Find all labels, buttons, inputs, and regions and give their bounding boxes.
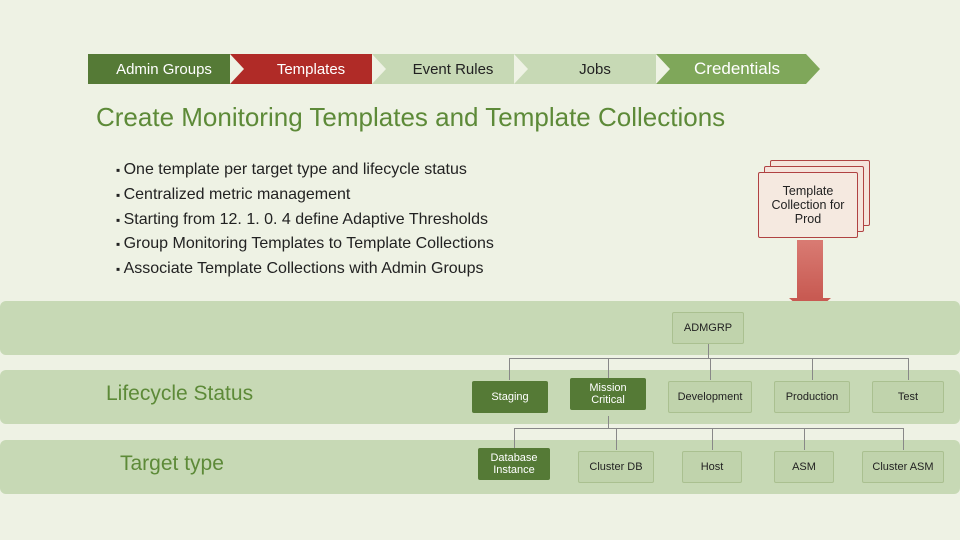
nav-credentials[interactable]: Credentials bbox=[656, 54, 806, 84]
bullet-list: One template per target type and lifecyc… bbox=[116, 158, 494, 282]
node-db-instance: Database Instance bbox=[478, 448, 550, 480]
node-development: Development bbox=[668, 381, 752, 413]
tree-connector bbox=[908, 358, 909, 380]
bullet-item: Centralized metric management bbox=[116, 183, 494, 208]
bullet-item: One template per target type and lifecyc… bbox=[116, 158, 494, 183]
tree-connector bbox=[608, 416, 609, 428]
stack-card-front: Template Collection for Prod bbox=[758, 172, 858, 238]
down-arrow-icon bbox=[797, 240, 823, 298]
tree-connector bbox=[509, 358, 909, 359]
node-mission-critical: Mission Critical bbox=[570, 378, 646, 410]
tree-connector bbox=[514, 428, 515, 448]
tree-connector bbox=[812, 358, 813, 380]
bullet-item: Starting from 12. 1. 0. 4 define Adaptiv… bbox=[116, 208, 494, 233]
tree-connector bbox=[514, 428, 904, 429]
tree-connector bbox=[608, 358, 609, 378]
node-production: Production bbox=[774, 381, 850, 413]
node-cluster-asm: Cluster ASM bbox=[862, 451, 944, 483]
nav-admin-groups[interactable]: Admin Groups bbox=[88, 54, 238, 84]
bullet-item: Associate Template Collections with Admi… bbox=[116, 257, 494, 282]
page-title: Create Monitoring Templates and Template… bbox=[96, 102, 725, 133]
target-label: Target type bbox=[120, 452, 224, 476]
tree-connector bbox=[903, 428, 904, 450]
lifecycle-label: Lifecycle Status bbox=[106, 382, 253, 406]
row-band-root bbox=[0, 301, 960, 355]
node-staging: Staging bbox=[472, 381, 548, 413]
bullet-item: Group Monitoring Templates to Template C… bbox=[116, 232, 494, 257]
tree-connector bbox=[804, 428, 805, 450]
tree-root: ADMGRP bbox=[672, 312, 744, 344]
nav-jobs[interactable]: Jobs bbox=[514, 54, 664, 84]
tree-connector bbox=[616, 428, 617, 450]
breadcrumb-chevrons: Admin Groups Templates Event Rules Jobs … bbox=[88, 54, 798, 84]
template-collection-stack: Template Collection for Prod bbox=[758, 160, 868, 236]
nav-templates[interactable]: Templates bbox=[230, 54, 380, 84]
node-host: Host bbox=[682, 451, 742, 483]
tree-connector bbox=[712, 428, 713, 450]
node-asm: ASM bbox=[774, 451, 834, 483]
tree-connector bbox=[710, 358, 711, 380]
node-cluster-db: Cluster DB bbox=[578, 451, 654, 483]
tree-connector bbox=[708, 344, 709, 358]
node-test: Test bbox=[872, 381, 944, 413]
nav-event-rules[interactable]: Event Rules bbox=[372, 54, 522, 84]
tree-connector bbox=[509, 358, 510, 380]
